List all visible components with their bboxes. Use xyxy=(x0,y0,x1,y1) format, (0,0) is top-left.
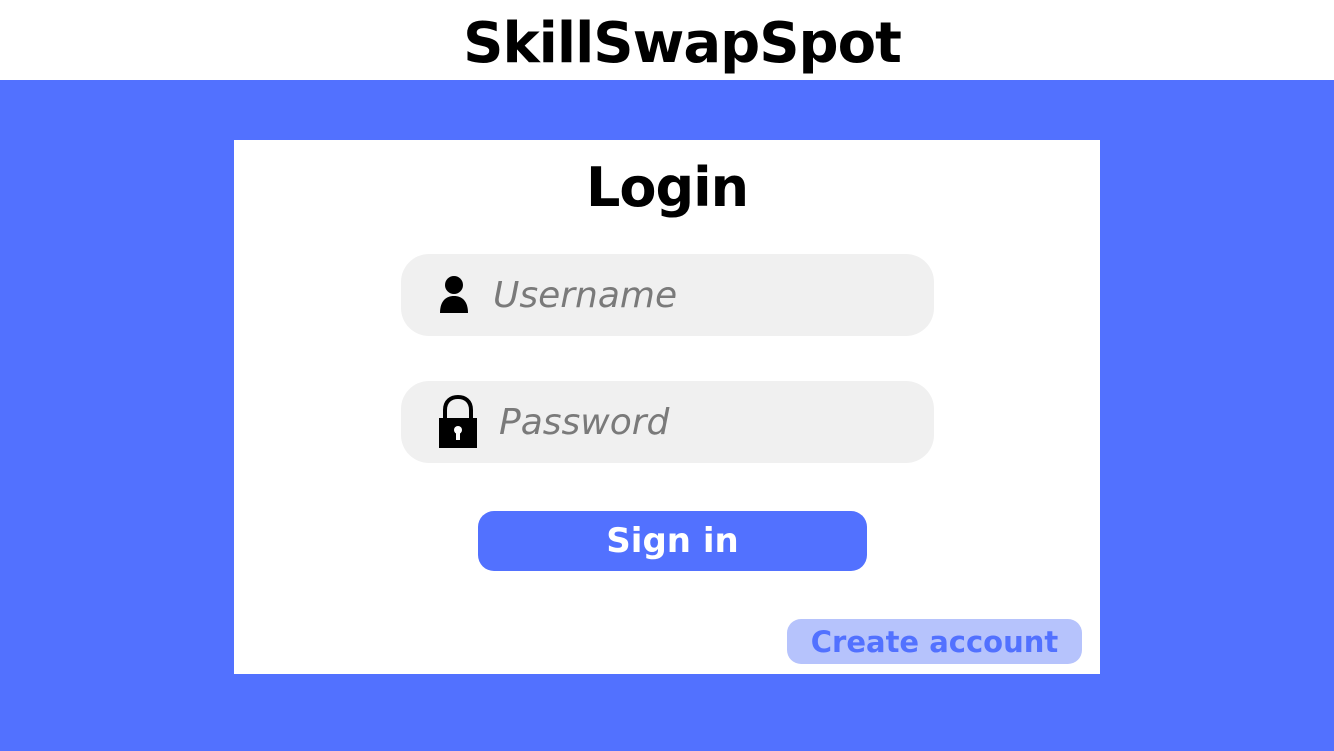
password-input[interactable] xyxy=(499,381,919,463)
sign-in-button[interactable]: Sign in xyxy=(478,511,867,571)
login-card: Login Sign in Create account xyxy=(234,140,1100,674)
user-icon xyxy=(437,275,471,315)
lock-icon xyxy=(437,394,479,449)
username-input[interactable] xyxy=(493,254,913,336)
login-title: Login xyxy=(585,156,749,219)
username-field[interactable] xyxy=(401,254,934,336)
app-title: SkillSwapSpot xyxy=(463,11,902,76)
app-header: SkillSwapSpot xyxy=(0,0,1334,80)
password-field[interactable] xyxy=(401,381,934,463)
create-account-button[interactable]: Create account xyxy=(787,619,1082,664)
